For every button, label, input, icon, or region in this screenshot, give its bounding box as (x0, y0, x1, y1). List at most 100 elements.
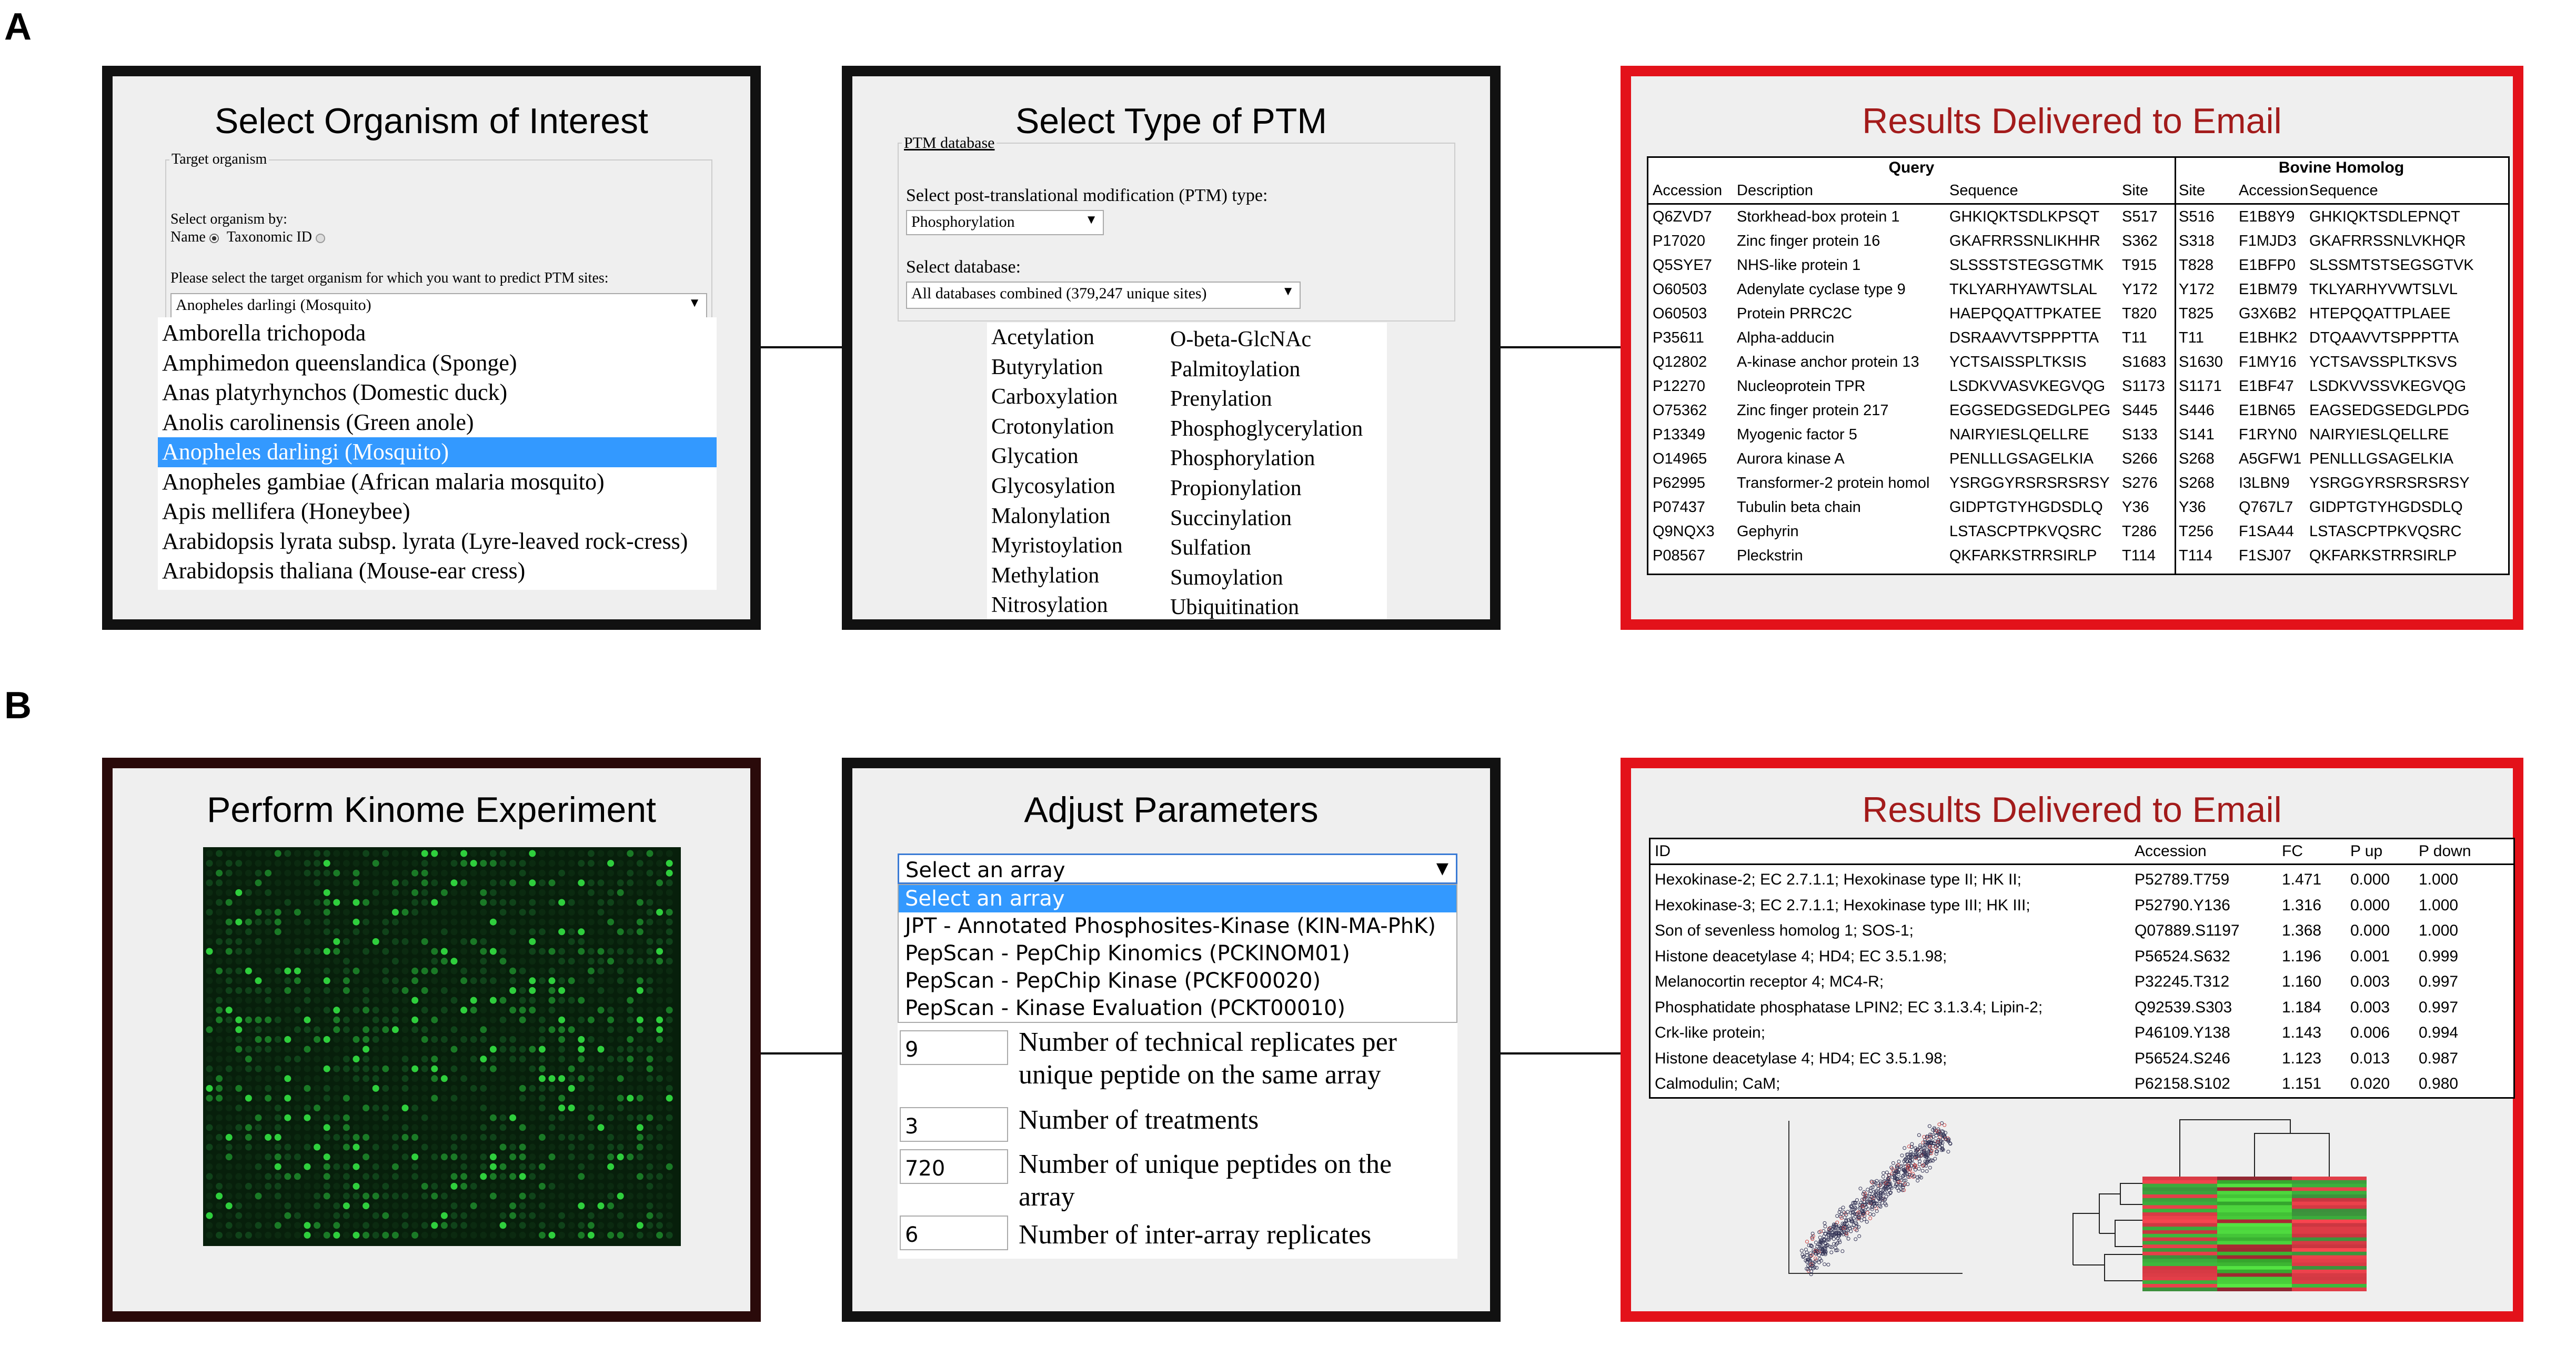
array-spot (363, 909, 370, 916)
array-spot (529, 948, 536, 955)
array-spot (304, 899, 311, 906)
array-spot (480, 889, 487, 896)
array-spot (333, 967, 340, 975)
array-spot (460, 1075, 468, 1082)
ptm-type-option[interactable]: Acetylation (991, 325, 1094, 350)
ptm-type-option[interactable]: Palmitoylation (1170, 357, 1300, 382)
array-spot (499, 1114, 507, 1121)
array-spot (206, 997, 213, 1004)
array-spot (323, 869, 330, 877)
organism-listbox[interactable]: Amborella trichopoda Amphimedon queensla… (158, 317, 717, 590)
array-spot (216, 938, 223, 945)
array-option[interactable]: PepScan - PepChip Kinomics (PCKINOM01) (899, 940, 1456, 967)
array-spot (363, 948, 370, 955)
array-spot (480, 1065, 487, 1072)
ptm-type-option[interactable]: Methylation (991, 563, 1099, 588)
ptm-type-option[interactable]: Butyrylation (991, 355, 1103, 380)
array-spot (666, 1084, 673, 1092)
array-spot (274, 860, 281, 867)
array-spot (617, 967, 624, 975)
array-spot (440, 1094, 448, 1102)
array-spot (666, 1075, 673, 1082)
organism-option[interactable]: Anolis carolinensis (Green anole) (158, 408, 717, 438)
array-spot (333, 987, 340, 994)
array-spot (470, 1143, 477, 1151)
array-spot (607, 918, 615, 926)
organism-select[interactable]: Anopheles darlingi (Mosquito) ▼ (170, 293, 707, 318)
ptm-type-option[interactable]: Crotonylation (991, 414, 1114, 439)
ptm-type-option[interactable]: Succinylation (1170, 506, 1292, 531)
organism-option[interactable]: Amphimedon queenslandica (Sponge) (158, 348, 717, 378)
array-spot (314, 1036, 321, 1043)
array-dropdown-list[interactable]: Select an array JPT - Annotated Phosphos… (898, 884, 1457, 1023)
array-spot (558, 1026, 566, 1033)
ptm-type-option[interactable]: Prenylation (1170, 386, 1272, 411)
table-row-cell: T820 (2122, 305, 2157, 322)
array-spot (666, 850, 673, 857)
organism-option[interactable]: Arabidopsis thaliana (Mouse-ear cress) (158, 556, 717, 586)
ptm-type-option[interactable]: Ubiquitination (1170, 595, 1299, 620)
ptm-type-option[interactable]: Sulfation (1170, 535, 1251, 560)
array-spot (363, 1212, 370, 1219)
array-spot (617, 1114, 624, 1121)
array-spot (607, 889, 615, 896)
organism-option[interactable]: Amborella trichopoda (158, 318, 717, 348)
array-spot (255, 1075, 262, 1082)
organism-option[interactable]: Anopheles gambiae (African malaria mosqu… (158, 467, 717, 497)
scatter-point (1840, 1249, 1845, 1253)
ptm-type-option[interactable]: Phosphorylation (1170, 446, 1315, 471)
array-option[interactable]: JPT - Annotated Phosphosites-Kinase (KIN… (899, 912, 1456, 940)
organism-option-selected[interactable]: Anopheles darlingi (Mosquito) (158, 437, 717, 467)
organism-option[interactable]: Arabidopsis lyrata subsp. lyrata (Lyre-l… (158, 527, 717, 557)
organism-option[interactable]: Anas platyrhynchos (Domestic duck) (158, 378, 717, 408)
array-spot (353, 1163, 360, 1170)
array-spot (568, 1212, 575, 1219)
table-row-cell: S1171 (2179, 378, 2222, 395)
ptm-type-option[interactable]: Glycosylation (991, 474, 1115, 499)
ptm-type-option[interactable]: Phosphoglycerylation (1170, 416, 1363, 441)
technical-replicates-input[interactable]: 9 (900, 1030, 1008, 1065)
array-spot (421, 1222, 428, 1229)
array-spot (333, 879, 340, 887)
array-spot (666, 869, 673, 877)
radio-taxonomic[interactable] (315, 233, 325, 243)
array-spot (480, 1231, 487, 1239)
array-spot (450, 987, 458, 994)
array-spot (294, 1143, 301, 1151)
array-spot (470, 977, 477, 985)
array-spot (519, 1056, 526, 1063)
ptm-type-select[interactable]: Phosphorylation ▼ (906, 210, 1104, 235)
radio-name[interactable] (209, 233, 219, 243)
ptm-type-option[interactable]: Nitrosylation (991, 592, 1108, 618)
ptm-type-option[interactable]: Carboxylation (991, 384, 1118, 409)
inter-array-replicates-input[interactable]: 6 (900, 1216, 1008, 1250)
ptm-type-option[interactable]: Glycation (991, 444, 1079, 469)
ptm-type-option[interactable]: Malonylation (991, 504, 1110, 529)
treatments-input[interactable]: 3 (900, 1107, 1008, 1142)
ptm-type-option[interactable]: Propionylation (1170, 476, 1302, 501)
array-option[interactable]: PepScan - PepChip Kinase (PCKF00020) (899, 967, 1456, 995)
array-option-selected[interactable]: Select an array (899, 885, 1456, 912)
array-spot (265, 1192, 272, 1200)
array-spot (666, 928, 673, 936)
array-spot (568, 967, 575, 975)
array-spot (499, 850, 507, 857)
ptm-type-option[interactable]: O-beta-GlcNAc (1170, 327, 1311, 352)
organism-option[interactable]: Apis mellifera (Honeybee) (158, 497, 717, 527)
ptm-type-option[interactable]: Myristoylation (991, 533, 1123, 558)
array-spot (245, 869, 252, 877)
array-spot (450, 1231, 458, 1239)
unique-peptides-input[interactable]: 720 (900, 1149, 1008, 1184)
ptm-type-listbox[interactable]: Acetylation Butyrylation Carboxylation Crot… (987, 323, 1387, 619)
database-select[interactable]: All databases combined (379,247 unique s… (906, 282, 1301, 309)
array-spot (587, 1007, 595, 1014)
array-spot (489, 869, 497, 877)
array-option[interactable]: PepScan - Kinase Evaluation (PCKT00010) (899, 995, 1456, 1022)
array-spot (245, 1026, 252, 1033)
ptm-type-option[interactable]: Sumoylation (1170, 565, 1283, 590)
array-spot (431, 1114, 438, 1121)
array-select[interactable]: Select an array ▼ (898, 853, 1457, 884)
array-spot (353, 1153, 360, 1161)
array-spot (274, 1065, 281, 1072)
table-row-cell: Histone deacetylase 4; HD4; EC 3.5.1.98; (1655, 947, 1947, 965)
